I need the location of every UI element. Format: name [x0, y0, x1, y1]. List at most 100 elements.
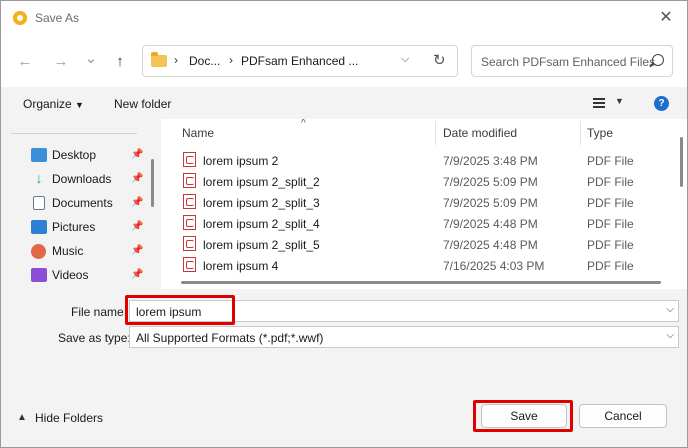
- file-list-horizontal-scrollbar[interactable]: [163, 277, 667, 289]
- search-input[interactable]: Search PDFsam Enhanced Files: [471, 45, 673, 77]
- sidebar-item-documents[interactable]: Documents 📌: [31, 194, 151, 216]
- sidebar-item-label: Videos: [52, 268, 89, 282]
- scrollbar-thumb[interactable]: [680, 137, 683, 187]
- file-type: PDF File: [587, 175, 634, 189]
- pin-icon: 📌: [131, 197, 144, 208]
- save-as-type-select[interactable]: All Supported Formats (*.pdf;*.wwf) ⌵: [129, 326, 679, 348]
- chevron-down-icon[interactable]: ⌵: [401, 53, 409, 66]
- navigation-pane: Desktop 📌 ↓ Downloads 📌 Documents 📌 Pict…: [1, 119, 161, 289]
- organize-button[interactable]: Organize ▼: [23, 97, 84, 111]
- chevron-down-icon[interactable]: ⌵: [666, 330, 674, 341]
- column-header-type[interactable]: Type: [587, 126, 613, 140]
- sidebar-item-pictures[interactable]: Pictures 📌: [31, 218, 151, 240]
- search-icon[interactable]: [652, 54, 664, 66]
- file-name: lorem ipsum 2_split_5: [203, 238, 320, 252]
- pdf-file-icon: [183, 173, 196, 188]
- file-list: ^ Name Date modified Type lorem ipsum 2 …: [163, 119, 667, 277]
- browser-pane: Desktop 📌 ↓ Downloads 📌 Documents 📌 Pict…: [1, 119, 687, 289]
- pdf-file-icon: [183, 215, 196, 230]
- hide-folders-button[interactable]: Hide Folders: [35, 411, 103, 425]
- pictures-icon: [31, 220, 47, 234]
- help-icon[interactable]: ?: [654, 96, 669, 111]
- pdf-file-icon: [183, 152, 196, 167]
- view-options-icon[interactable]: [593, 98, 605, 108]
- file-date: 7/9/2025 4:48 PM: [443, 238, 538, 252]
- file-date: 7/9/2025 3:48 PM: [443, 154, 538, 168]
- back-icon[interactable]: ←: [15, 52, 35, 72]
- command-bar: Organize ▼ New folder ▼ ?: [1, 87, 687, 119]
- column-header-date-modified[interactable]: Date modified: [443, 126, 517, 140]
- file-name-label: File name:: [71, 305, 128, 319]
- file-type: PDF File: [587, 217, 634, 231]
- sidebar-scrollbar[interactable]: [151, 159, 154, 207]
- table-row[interactable]: lorem ipsum 2 7/9/2025 3:48 PM PDF File: [163, 150, 667, 171]
- breadcrumb-pdfsam-folder[interactable]: PDFsam Enhanced ...: [241, 54, 358, 68]
- save-as-type-label: Save as type:: [58, 331, 131, 345]
- file-list-vertical-scrollbar[interactable]: [675, 119, 687, 277]
- pin-icon: 📌: [131, 221, 144, 232]
- pin-icon: 📌: [131, 149, 144, 160]
- pdf-file-icon: [183, 257, 196, 272]
- sidebar-item-label: Downloads: [52, 172, 112, 186]
- pdfsam-icon: [13, 11, 27, 25]
- dialog-footer: ▲ Hide Folders Save Cancel: [1, 355, 687, 447]
- file-name: lorem ipsum 2_split_2: [203, 175, 320, 189]
- new-folder-button[interactable]: New folder: [114, 97, 171, 111]
- column-header-name[interactable]: Name: [182, 126, 214, 140]
- scrollbar-thumb[interactable]: [181, 281, 661, 284]
- table-row[interactable]: lorem ipsum 2_split_3 7/9/2025 5:09 PM P…: [163, 192, 667, 213]
- divider: [11, 133, 137, 134]
- table-row[interactable]: lorem ipsum 2_split_4 7/9/2025 4:48 PM P…: [163, 213, 667, 234]
- sidebar-item-videos[interactable]: Videos 📌: [31, 266, 151, 288]
- search-placeholder: Search PDFsam Enhanced Files: [481, 55, 656, 69]
- file-type: PDF File: [587, 259, 634, 273]
- chevron-down-icon: ▼: [75, 100, 84, 110]
- navigation-bar: ← → ⌄ ↑ › Doc... › PDFsam Enhanced ... ⌵…: [1, 35, 687, 87]
- sidebar-item-music[interactable]: Music 📌: [31, 242, 151, 264]
- sidebar-item-label: Pictures: [52, 220, 96, 234]
- sort-ascending-icon: ^: [301, 119, 306, 129]
- close-icon[interactable]: ✕: [655, 7, 677, 29]
- music-icon: [31, 244, 46, 259]
- file-type: PDF File: [587, 238, 634, 252]
- recent-locations-icon[interactable]: ⌄: [81, 49, 101, 69]
- download-icon: ↓: [35, 170, 43, 186]
- up-icon[interactable]: ↑: [110, 52, 130, 72]
- sidebar-item-downloads[interactable]: ↓ Downloads 📌: [31, 170, 151, 192]
- refresh-icon[interactable]: ↻: [433, 51, 446, 69]
- chevron-up-icon[interactable]: ▲: [17, 412, 27, 423]
- file-date: 7/9/2025 5:09 PM: [443, 196, 538, 210]
- cancel-button[interactable]: Cancel: [579, 404, 667, 428]
- column-divider[interactable]: [435, 121, 436, 145]
- breadcrumb-documents[interactable]: Doc...: [189, 54, 220, 68]
- pdf-file-icon: [183, 236, 196, 251]
- save-button[interactable]: Save: [481, 404, 567, 428]
- column-divider[interactable]: [580, 121, 581, 145]
- file-date: 7/9/2025 4:48 PM: [443, 217, 538, 231]
- sidebar-item-desktop[interactable]: Desktop 📌: [31, 146, 151, 168]
- file-date: 7/16/2025 4:03 PM: [443, 259, 545, 273]
- breadcrumb-separator: ›: [229, 53, 233, 67]
- breadcrumb-separator: ›: [174, 53, 178, 67]
- table-row[interactable]: lorem ipsum 4 7/16/2025 4:03 PM PDF File: [163, 255, 667, 276]
- chevron-down-icon[interactable]: ▼: [615, 96, 624, 106]
- title-bar: Save As ✕: [1, 1, 687, 35]
- forward-icon[interactable]: →: [51, 52, 71, 72]
- window-title: Save As: [35, 11, 80, 25]
- file-type: PDF File: [587, 196, 634, 210]
- sidebar-item-label: Desktop: [52, 148, 97, 162]
- file-name: lorem ipsum 4: [203, 259, 279, 273]
- pin-icon: 📌: [131, 269, 144, 280]
- videos-icon: [31, 268, 47, 282]
- table-row[interactable]: lorem ipsum 2_split_2 7/9/2025 5:09 PM P…: [163, 171, 667, 192]
- pin-icon: 📌: [131, 173, 144, 184]
- pin-icon: 📌: [131, 245, 144, 256]
- table-row[interactable]: lorem ipsum 2_split_5 7/9/2025 4:48 PM P…: [163, 234, 667, 255]
- file-name-field[interactable]: lorem ipsum ⌵: [129, 300, 679, 322]
- chevron-down-icon[interactable]: ⌵: [666, 304, 674, 315]
- save-as-type-value: All Supported Formats (*.pdf;*.wwf): [136, 331, 324, 345]
- file-name: lorem ipsum 2_split_3: [203, 196, 320, 210]
- address-bar[interactable]: › Doc... › PDFsam Enhanced ... ⌵ ↻: [142, 45, 458, 77]
- file-name: lorem ipsum 2: [203, 154, 279, 168]
- pdf-file-icon: [183, 194, 196, 209]
